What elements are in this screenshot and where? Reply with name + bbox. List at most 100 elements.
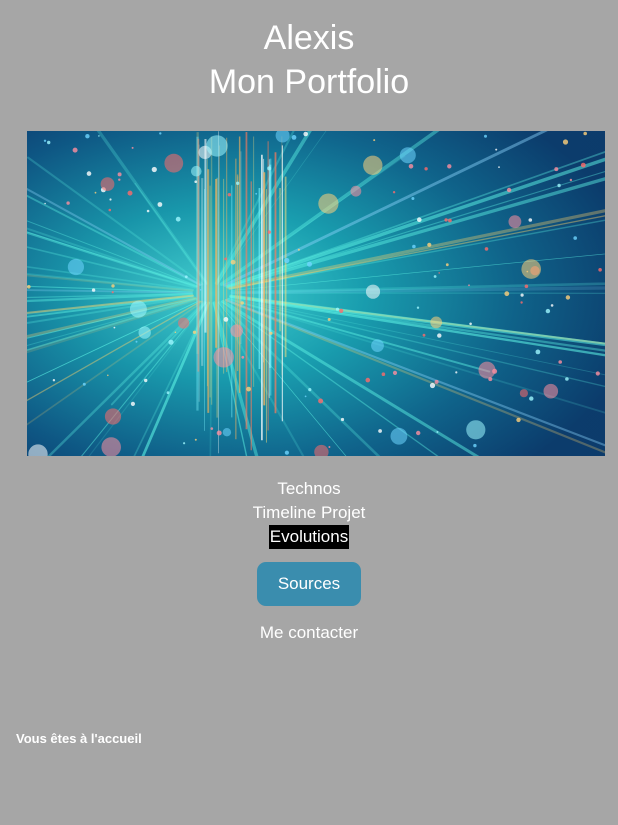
light-particle [191,165,202,177]
light-particle [291,135,297,140]
light-particle [267,230,271,234]
light-particle [127,190,133,196]
light-particle [118,178,121,181]
light-particle [427,242,432,247]
light-particle [466,420,486,440]
page-header: Alexis Mon Portfolio [0,16,618,104]
light-particle [417,217,422,222]
light-particle [469,322,472,326]
contact-link[interactable]: Me contacter [260,623,358,642]
main-nav: Technos Timeline Projet Evolutions [0,477,618,549]
light-particle [565,377,569,381]
light-particle [130,401,135,406]
light-particle [558,360,562,364]
light-particle [113,326,116,329]
light-particle [430,316,443,329]
light-particle [565,295,571,300]
light-particle [67,258,84,276]
light-particle [340,417,345,422]
light-particle [184,275,188,279]
light-particle [318,193,339,214]
light-particle [508,215,522,229]
light-particle [484,134,487,138]
light-particle [227,193,232,197]
page-subtitle: Mon Portfolio [208,63,410,101]
light-particle [526,270,529,273]
light-particle [392,191,396,194]
light-particle [328,446,331,448]
light-particle [437,333,442,338]
light-particle [390,427,408,445]
light-particle [157,202,163,207]
light-particle [131,146,134,149]
light-particle [192,330,197,334]
light-particle [82,382,86,386]
light-particle [580,162,586,168]
light-particle [27,285,31,289]
light-particle [86,171,92,176]
light-particle [240,301,244,305]
light-particle [308,388,312,392]
sources-button[interactable]: Sources [257,562,361,606]
light-particle [246,386,252,392]
light-particle [222,428,232,437]
light-particle [416,430,421,436]
light-particle [216,430,222,436]
light-particle [144,378,148,383]
light-particle [412,244,416,249]
light-particle [304,395,307,398]
light-particle [365,377,371,383]
light-particle [269,331,273,335]
light-particle [129,300,147,318]
light-particle [350,185,362,197]
nav-link-evolutions[interactable]: Evolutions [268,525,350,549]
light-particle [98,135,100,137]
light-particle [111,284,115,288]
light-particle [101,437,121,456]
light-particle [117,172,122,177]
light-particle [284,450,289,455]
light-particle [371,339,384,352]
light-particle [595,371,600,376]
light-particle [433,275,437,278]
light-particle [213,347,234,368]
light-particle [573,236,577,240]
light-particle [72,147,78,153]
light-particle [434,379,439,384]
light-particle [363,155,383,175]
light-particle [504,291,510,297]
light-particle [557,183,561,188]
light-particle [520,301,523,304]
light-particle [194,180,197,183]
light-particle [168,339,174,345]
light-particle [569,178,573,182]
light-particle [373,139,376,142]
nav-link-timeline-projet[interactable]: Timeline Projet [252,501,367,525]
light-particle [583,131,587,136]
light-particle [255,192,258,195]
light-particle [543,383,559,399]
light-particle [529,396,534,401]
light-particle [210,427,214,430]
light-particle [378,429,382,433]
light-particle [135,340,138,343]
light-particle [447,164,452,169]
hero-image [27,131,605,456]
light-particle [445,263,449,267]
light-particle [524,284,529,289]
light-particle [519,389,528,398]
light-particle [516,417,521,423]
light-particle [436,431,439,433]
light-particle [44,202,46,205]
light-particle [194,438,197,441]
digital-tunnel-image [27,131,605,456]
light-particle [495,148,498,151]
light-particle [66,201,70,205]
light-particle [335,307,340,311]
contact-container: Me contacter [0,621,618,645]
nav-link-technos[interactable]: Technos [276,477,341,501]
light-particle [408,164,414,169]
light-particle [429,382,436,389]
location-indicator: Vous êtes à l'accueil [16,731,142,746]
light-particle [206,135,228,157]
